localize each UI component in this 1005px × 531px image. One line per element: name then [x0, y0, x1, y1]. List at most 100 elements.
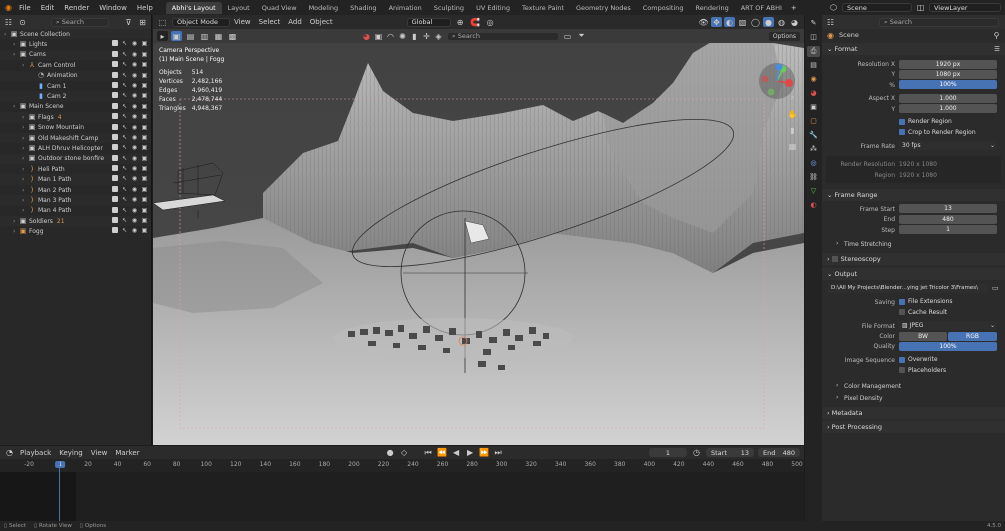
selectable-arrow-icon[interactable]: ↖	[121, 61, 128, 68]
funnel-icon[interactable]: ⏷	[576, 31, 587, 41]
exclude-checkbox[interactable]	[112, 61, 118, 68]
time-stretching-subpanel[interactable]: › Time Stretching	[822, 239, 1005, 249]
selectable-arrow-icon[interactable]: ↖	[121, 186, 128, 193]
color-bw-option[interactable]: BW	[899, 331, 947, 341]
exclude-checkbox[interactable]	[112, 196, 118, 203]
workspace-tab-art-of-abhi[interactable]: ART OF ABHI	[735, 2, 788, 14]
selectable-arrow-icon[interactable]: ↖	[121, 82, 128, 89]
workspace-tab-shading[interactable]: Shading	[344, 2, 382, 14]
3d-viewport[interactable]: ⬚ Object Mode View Select Add Object Global…	[153, 15, 804, 445]
outliner-row[interactable]: › ▣ Main Scene ↖ ◉ ▣	[0, 102, 151, 112]
menu-edit[interactable]: Edit	[36, 4, 60, 12]
other-filter-icon[interactable]: ◈	[433, 31, 444, 41]
selectable-arrow-icon[interactable]: ↖	[121, 217, 128, 224]
particles-tab-icon[interactable]: ⁂	[807, 144, 820, 155]
empty-filter-icon[interactable]: ✛	[421, 31, 432, 41]
selectable-arrow-icon[interactable]: ↖	[121, 51, 128, 58]
stereoscopy-section-header[interactable]: › Stereoscopy	[822, 253, 1005, 266]
pivot-icon[interactable]: ⊕	[455, 17, 466, 27]
viewport-menu-select[interactable]: Select	[259, 18, 281, 26]
color-rgb-option[interactable]: RGB	[948, 331, 997, 341]
collection-tab-icon[interactable]: ▣	[807, 102, 820, 113]
outliner-row[interactable]: › ▣ Snow Mountain ↖ ◉ ▣	[0, 123, 151, 133]
eye-icon[interactable]: ◉	[131, 82, 138, 89]
cache-result-checkbox[interactable]: Cache Result	[899, 309, 947, 316]
render-tab-icon[interactable]: ◫	[807, 32, 820, 43]
start-frame-field[interactable]: Start 13	[706, 448, 754, 457]
selectable-arrow-icon[interactable]: ↖	[121, 113, 128, 120]
camera-render-icon[interactable]: ▣	[141, 186, 148, 193]
solid-shading-icon[interactable]: ●	[763, 17, 774, 27]
eye-icon[interactable]: ◉	[131, 165, 138, 172]
editor-type-icon[interactable]: ◔	[4, 448, 15, 458]
file-format-dropdown[interactable]: ▨ JPEG	[899, 321, 997, 331]
editor-type-icon[interactable]: ☷	[3, 17, 14, 27]
metadata-section-header[interactable]: › Metadata	[822, 407, 1005, 420]
pixel-density-subpanel[interactable]: › Pixel Density	[822, 393, 1005, 403]
crop-region-checkbox[interactable]: Crop to Render Region	[899, 129, 976, 136]
camera-render-icon[interactable]: ▣	[141, 82, 148, 89]
editor-type-icon[interactable]: ☷	[825, 17, 836, 27]
outliner-row[interactable]: › ⅄ Cam Control ↖ ◉ ▣	[0, 60, 151, 70]
jump-start-icon[interactable]: ⏮	[423, 448, 434, 458]
camera-render-icon[interactable]: ▣	[141, 51, 148, 58]
play-reverse-icon[interactable]: ◀	[451, 448, 462, 458]
material-tab-icon[interactable]: ◐	[807, 200, 820, 211]
camera-render-icon[interactable]: ▣	[141, 40, 148, 47]
curve-filter-icon[interactable]: ◠	[385, 31, 396, 41]
playhead-line[interactable]	[59, 461, 60, 521]
frame-step-field[interactable]: 1	[899, 225, 997, 235]
outliner-row[interactable]: › ▣ Scene Collection	[0, 29, 151, 40]
eye-icon[interactable]: ◉	[131, 134, 138, 141]
toolbar-toggle-icon[interactable]: ▸	[157, 31, 168, 41]
properties-search-input[interactable]: ⌕ Search	[879, 17, 999, 27]
eye-icon[interactable]: ◉	[131, 227, 138, 234]
selectable-arrow-icon[interactable]: ↖	[121, 227, 128, 234]
camera-render-icon[interactable]: ▣	[141, 61, 148, 68]
workspace-tab-abhi-s-layout[interactable]: Abhi's Layout	[165, 1, 222, 14]
frame-range-section-header[interactable]: ⌄ Frame Range	[822, 188, 1005, 201]
viewport-menu-add[interactable]: Add	[288, 18, 302, 26]
outliner-row[interactable]: › ▣ Soldiers 21 ↖ ◉ ▣	[0, 216, 151, 227]
selectable-arrow-icon[interactable]: ↖	[121, 92, 128, 99]
scene-collection-icon[interactable]: ◕	[361, 31, 372, 41]
eye-icon[interactable]: ◉	[131, 113, 138, 120]
outliner-row[interactable]: ◔ Animation ↖ ◉ ▣	[0, 70, 151, 81]
eye-icon[interactable]: ◉	[131, 144, 138, 151]
select-invert-icon[interactable]: ▦	[213, 31, 224, 41]
current-frame-field[interactable]: 1	[649, 448, 687, 457]
eye-icon[interactable]: ◉	[131, 217, 138, 224]
outliner-row[interactable]: ›) Man 3 Path ↖ ◉ ▣	[0, 195, 151, 206]
exclude-checkbox[interactable]	[112, 144, 118, 151]
next-keyframe-icon[interactable]: ⏩	[479, 448, 490, 458]
outliner-row[interactable]: ▮ Cam 2 ↖ ◉ ▣	[0, 91, 151, 102]
viewport-menu-view[interactable]: View	[234, 18, 251, 26]
record-icon[interactable]: ●	[385, 448, 396, 458]
exclude-checkbox[interactable]	[112, 206, 118, 213]
mode-selector[interactable]: Object Mode	[172, 17, 230, 27]
eye-icon[interactable]: ◉	[131, 51, 138, 58]
snap-icon[interactable]: 🧲	[470, 17, 481, 27]
camera-render-icon[interactable]: ▣	[141, 207, 148, 214]
exclude-checkbox[interactable]	[112, 154, 118, 161]
modifier-tab-icon[interactable]: 🔧	[807, 130, 820, 141]
exclude-checkbox[interactable]	[112, 50, 118, 57]
outliner-row[interactable]: › ▣ Outdoor stone bonfire ↖ ◉ ▣	[0, 153, 151, 165]
frame-start-field[interactable]: 13	[899, 204, 997, 214]
workspace-tab-layout[interactable]: Layout	[222, 2, 256, 14]
scene-icon[interactable]: ⬡	[828, 3, 839, 13]
camera-render-icon[interactable]: ▣	[141, 144, 148, 151]
exclude-checkbox[interactable]	[112, 133, 118, 140]
eye-icon[interactable]: ◉	[131, 155, 138, 162]
selectable-arrow-icon[interactable]: ↖	[121, 124, 128, 131]
exclude-checkbox[interactable]	[112, 102, 118, 109]
color-management-subpanel[interactable]: › Color Management	[822, 381, 1005, 391]
visibility-icon[interactable]: 👁	[698, 17, 709, 27]
camera-render-icon[interactable]: ▣	[141, 72, 148, 79]
options-menu[interactable]: Options	[768, 31, 800, 41]
world-tab-icon[interactable]: ◕	[807, 88, 820, 99]
workspace-tab-compositing[interactable]: Compositing	[637, 2, 690, 14]
eye-icon[interactable]: ◉	[131, 207, 138, 214]
overwrite-checkbox[interactable]: Overwrite	[899, 356, 938, 363]
menu-file[interactable]: File	[14, 4, 36, 12]
